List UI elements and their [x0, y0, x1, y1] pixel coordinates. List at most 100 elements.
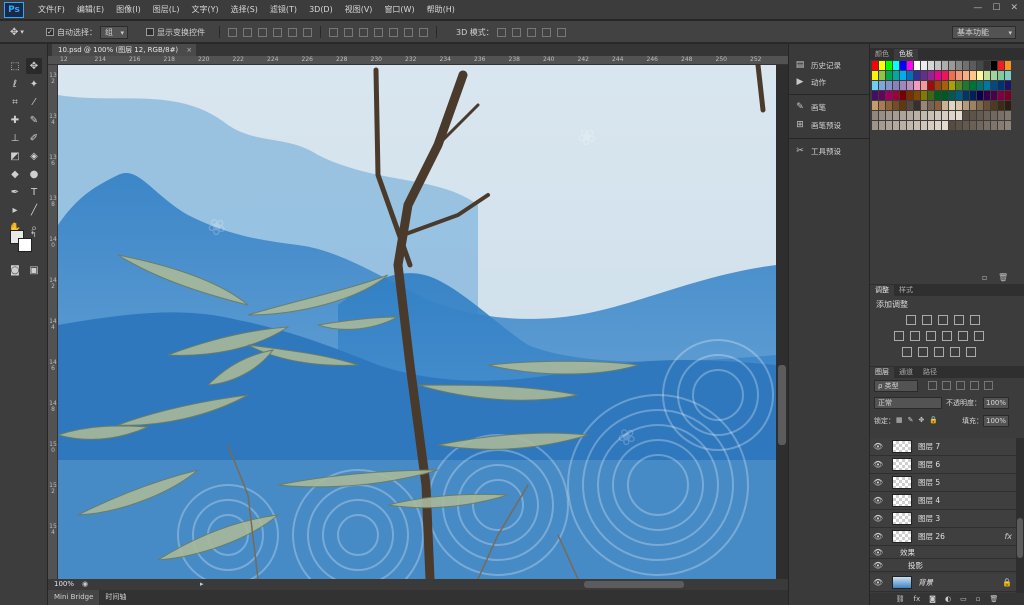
color-swatch[interactable]: [893, 101, 899, 110]
menu-file[interactable]: 文件(F): [32, 4, 71, 15]
color-swatch[interactable]: [907, 121, 913, 130]
menu-image[interactable]: 图像(I): [110, 4, 147, 15]
quick-mask-icon[interactable]: ◙: [7, 262, 23, 278]
color-swatch[interactable]: [935, 101, 941, 110]
color-swatch[interactable]: [1005, 71, 1011, 80]
color-swatch[interactable]: [1005, 91, 1011, 100]
color-swatch[interactable]: [872, 111, 878, 120]
visibility-eye-icon[interactable]: 👁: [870, 478, 886, 487]
filter-pixel-icon[interactable]: [928, 381, 937, 390]
curves-icon[interactable]: [938, 315, 948, 325]
line-tool-icon[interactable]: ╱: [26, 202, 42, 218]
color-swatch[interactable]: [991, 81, 997, 90]
color-swatch[interactable]: [977, 91, 983, 100]
color-swatch[interactable]: [921, 91, 927, 100]
color-swatch[interactable]: [1005, 61, 1011, 70]
color-swatch[interactable]: [921, 61, 927, 70]
lock-position-icon[interactable]: ✥: [919, 416, 925, 424]
color-swatch[interactable]: [928, 81, 934, 90]
3d-scale-icon[interactable]: [556, 27, 566, 37]
opacity-field[interactable]: 100%: [983, 397, 1009, 409]
layer-row[interactable]: 👁 图层 26 fx: [870, 528, 1016, 546]
color-swatch[interactable]: [949, 101, 955, 110]
align-left-icon[interactable]: [273, 27, 282, 37]
color-swatch[interactable]: [900, 111, 906, 120]
color-swatch[interactable]: [928, 61, 934, 70]
color-swatch[interactable]: [914, 91, 920, 100]
color-swatch[interactable]: [984, 111, 990, 120]
status-info-icon[interactable]: ◉: [82, 580, 88, 588]
layer-row[interactable]: 👁 图层 7: [870, 438, 1016, 456]
color-swatch[interactable]: [900, 121, 906, 130]
status-menu-arrow-icon[interactable]: ▸: [200, 580, 204, 588]
color-swatch[interactable]: [942, 71, 948, 80]
exposure-icon[interactable]: [954, 315, 964, 325]
color-swatch[interactable]: [872, 101, 878, 110]
color-swatch[interactable]: [949, 81, 955, 90]
color-swatch[interactable]: [984, 91, 990, 100]
color-swatch[interactable]: [942, 61, 948, 70]
color-swatch[interactable]: [893, 111, 899, 120]
color-swatch[interactable]: [1005, 121, 1011, 130]
distribute-hcenter-icon[interactable]: [389, 27, 398, 37]
align-vcenter-icon[interactable]: [243, 27, 252, 37]
color-swatch[interactable]: [984, 71, 990, 80]
delete-layer-icon[interactable]: 🗑: [989, 595, 998, 603]
background-color-swatch[interactable]: [18, 238, 32, 252]
vertical-scrollbar[interactable]: [776, 65, 788, 579]
color-swatch[interactable]: [879, 91, 885, 100]
color-swatch[interactable]: [893, 81, 899, 90]
lock-all-icon[interactable]: 🔒: [929, 416, 938, 424]
lasso-tool-icon[interactable]: ℓ: [7, 76, 23, 92]
layers-scrollbar[interactable]: [1016, 438, 1024, 593]
panel-history[interactable]: ▤ 历史记录: [795, 58, 841, 72]
color-swatch[interactable]: [872, 91, 878, 100]
dodge-tool-icon[interactable]: ●: [26, 166, 42, 182]
brush-tool-icon[interactable]: ✎: [26, 112, 42, 128]
color-swatch[interactable]: [970, 121, 976, 130]
menu-edit[interactable]: 编辑(E): [71, 4, 110, 15]
tab-paths[interactable]: 路径: [918, 367, 942, 378]
layer-effects-icon[interactable]: fx: [1004, 532, 1012, 541]
layers-scroll-thumb[interactable]: [1017, 518, 1023, 558]
color-swatch[interactable]: [956, 81, 962, 90]
menu-3d[interactable]: 3D(D): [303, 5, 339, 14]
color-swatch[interactable]: [900, 101, 906, 110]
3d-pan-icon[interactable]: [526, 27, 536, 37]
color-swatch[interactable]: [942, 81, 948, 90]
color-swatch[interactable]: [879, 81, 885, 90]
color-swatch[interactable]: [886, 101, 892, 110]
align-top-icon[interactable]: [228, 27, 237, 37]
delete-swatch-icon[interactable]: 🗑: [998, 273, 1008, 282]
color-swatch[interactable]: [949, 121, 955, 130]
channel-mixer-icon[interactable]: [958, 331, 968, 341]
color-swatch[interactable]: [956, 121, 962, 130]
color-swatch[interactable]: [879, 71, 885, 80]
color-swatch[interactable]: [921, 121, 927, 130]
color-swatch[interactable]: [963, 91, 969, 100]
color-swatch[interactable]: [998, 121, 1004, 130]
3d-slide-icon[interactable]: [541, 27, 551, 37]
menu-type[interactable]: 文字(Y): [185, 4, 224, 15]
color-swatch[interactable]: [907, 101, 913, 110]
layer-filter-dropdown[interactable]: ρ 类型: [874, 380, 918, 392]
lock-pixels-icon[interactable]: ✎: [908, 416, 914, 424]
distribute-right-icon[interactable]: [404, 27, 413, 37]
distribute-top-icon[interactable]: [329, 27, 338, 37]
color-swatch[interactable]: [949, 61, 955, 70]
color-swatch[interactable]: [991, 71, 997, 80]
color-swatch[interactable]: [879, 101, 885, 110]
color-swatch[interactable]: [963, 111, 969, 120]
auto-select-dropdown[interactable]: 组: [100, 25, 128, 39]
color-swatch[interactable]: [928, 71, 934, 80]
color-swatch[interactable]: [879, 121, 885, 130]
history-brush-tool-icon[interactable]: ✐: [26, 130, 42, 146]
color-swatch[interactable]: [970, 111, 976, 120]
color-swatch[interactable]: [977, 81, 983, 90]
layer-row[interactable]: 👁 图层 5: [870, 474, 1016, 492]
color-swatch[interactable]: [907, 111, 913, 120]
color-swatch[interactable]: [942, 111, 948, 120]
color-swatch[interactable]: [907, 81, 913, 90]
color-swatch[interactable]: [942, 101, 948, 110]
color-swatch[interactable]: [872, 81, 878, 90]
